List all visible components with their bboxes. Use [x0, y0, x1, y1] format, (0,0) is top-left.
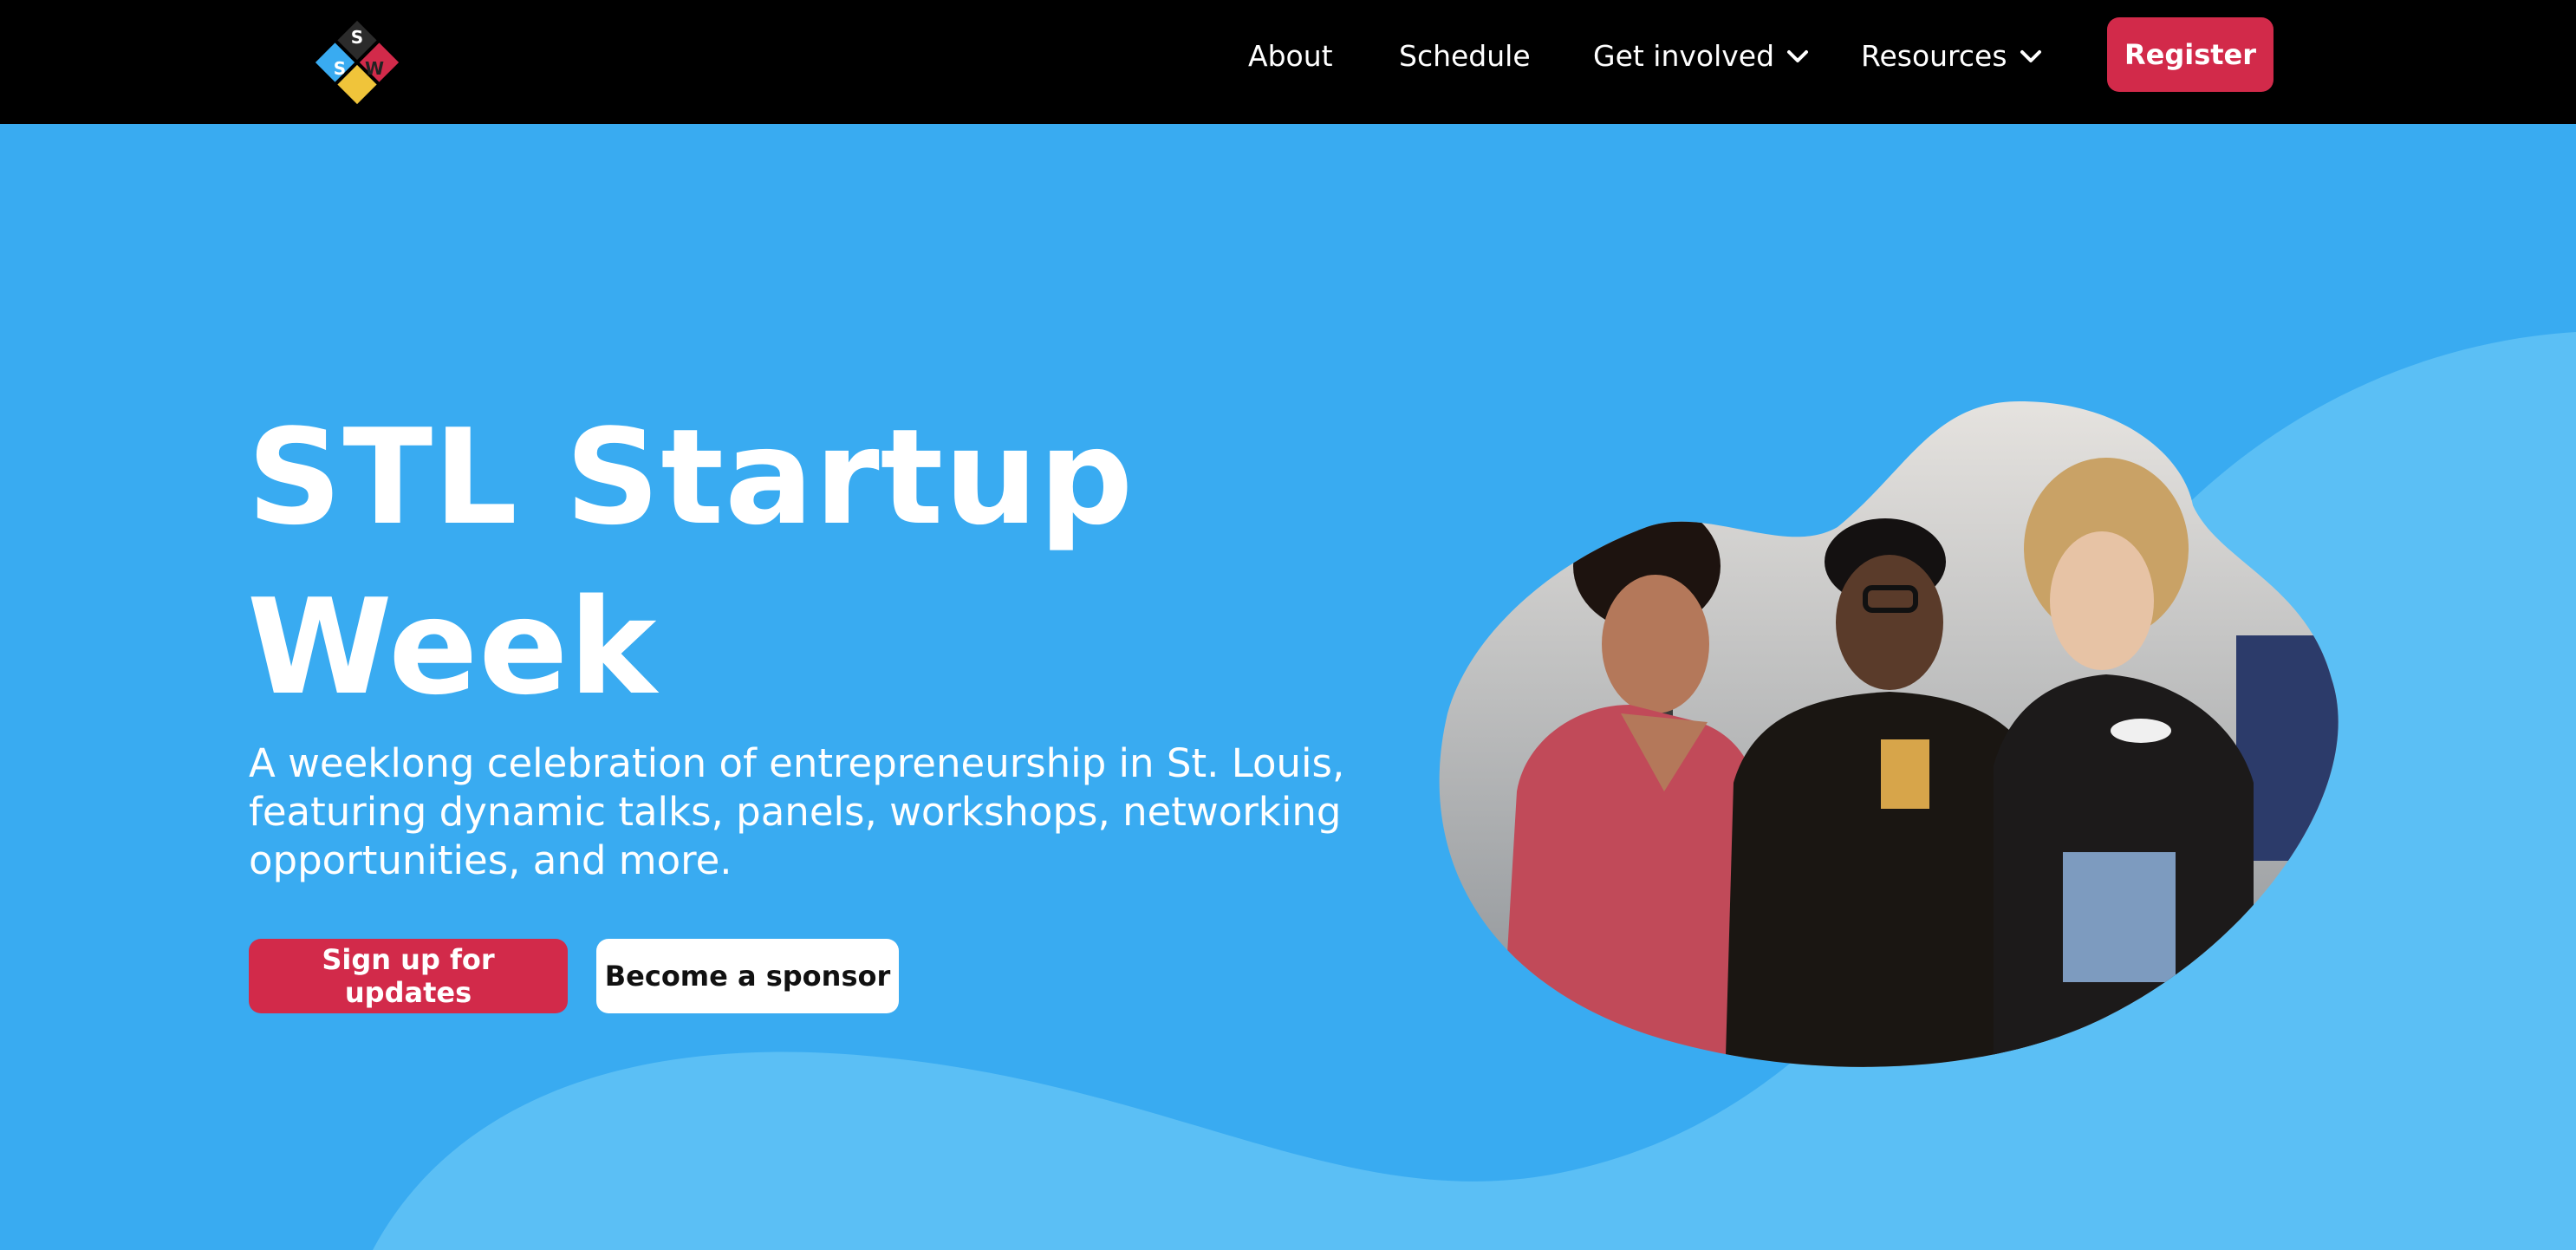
hero-subtitle-line1: A weeklong celebration of entrepreneursh… [249, 740, 1345, 786]
nav-about-label: About [1248, 39, 1333, 73]
chevron-down-icon [1787, 50, 1809, 62]
hero-title-line2: Week [247, 570, 658, 724]
hero-subtitle-line2: featuring dynamic talks, panels, worksho… [249, 789, 1342, 835]
nav-resources-label: Resources [1861, 39, 2007, 73]
hero-subtitle: A weeklong celebration of entrepreneursh… [249, 739, 1428, 885]
sign-up-button[interactable]: Sign up for updates [249, 939, 568, 1013]
nav-schedule-label: Schedule [1399, 39, 1531, 73]
logo-letter-top: S [351, 27, 363, 48]
nav-resources[interactable]: Resources [1861, 35, 2042, 78]
hero-photo [1439, 401, 2339, 1067]
register-button[interactable]: Register [2107, 17, 2274, 92]
nav-schedule[interactable]: Schedule [1399, 35, 1531, 78]
hero-subtitle-line3: opportunities, and more. [249, 837, 732, 883]
become-sponsor-button[interactable]: Become a sponsor [596, 939, 899, 1013]
nav-get-involved-label: Get involved [1593, 39, 1775, 73]
nav-about[interactable]: About [1248, 35, 1333, 78]
sw-diamond-logo-icon[interactable]: S S W [312, 17, 402, 107]
nav-get-involved[interactable]: Get involved [1593, 35, 1809, 78]
logo-letter-left: S [334, 58, 346, 79]
chevron-down-icon [2020, 50, 2041, 62]
hero-section: STL Startup Week A weeklong celebration … [0, 124, 2576, 1250]
hero-title-line1: STL Startup [247, 400, 1135, 554]
hero-title: STL Startup Week [247, 393, 1244, 732]
logo-letter-right: W [365, 58, 384, 79]
site-header: S S W About Schedule Get involved Resour… [0, 0, 2576, 124]
